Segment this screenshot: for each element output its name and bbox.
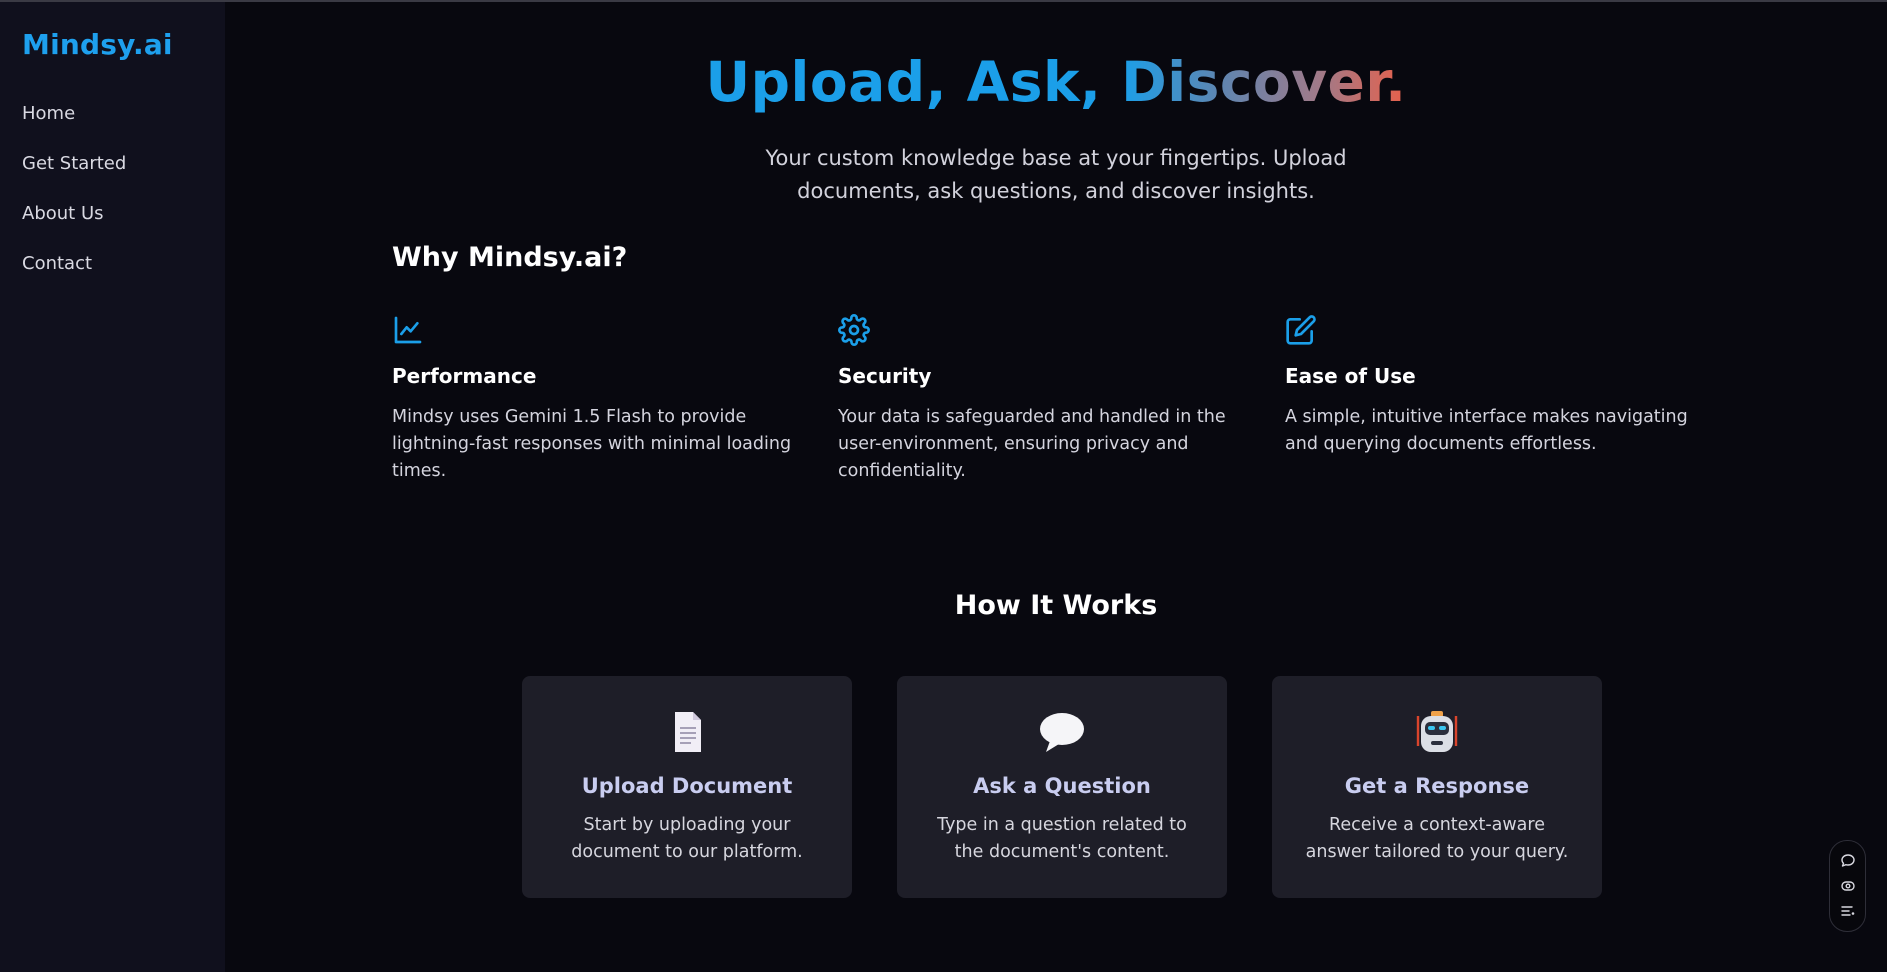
feature-desc: Mindsy uses Gemini 1.5 Flash to provide …: [392, 407, 792, 481]
main-content: Upload, Ask, Discover. Your custom knowl…: [225, 2, 1887, 972]
step-desc: Type in a question related to the docume…: [937, 815, 1187, 862]
chat-icon[interactable]: [1840, 853, 1856, 869]
step-card-upload: Upload Document Start by uploading your …: [522, 676, 852, 898]
step-title: Get a Response: [1344, 774, 1530, 798]
features-section: Performance Mindsy uses Gemini 1.5 Flash…: [392, 314, 1732, 494]
feature-desc: A simple, intuitive interface makes navi…: [1285, 407, 1688, 454]
hero-subtitle-line1: Your custom knowledge base at your finge…: [765, 146, 1347, 170]
hero-title-part1: Upload, Ask,: [705, 50, 1122, 114]
list-icon[interactable]: [1840, 903, 1856, 919]
brand-logo[interactable]: Mindsy.ai: [22, 28, 203, 61]
feature-desc: Your data is safeguarded and handled in …: [838, 407, 1226, 481]
floating-toolbar: [1829, 840, 1866, 932]
feature-performance: Performance Mindsy uses Gemini 1.5 Flash…: [392, 314, 812, 485]
sidebar-nav: Home Get Started About Us Contact: [22, 89, 203, 289]
feature-ease-of-use: Ease of Use A simple, intuitive interfac…: [1285, 314, 1705, 458]
view-icon[interactable]: [1840, 878, 1856, 894]
step-card-response: Get a Response Receive a context-aware a…: [1272, 676, 1602, 898]
feature-title: Ease of Use: [1285, 364, 1416, 388]
gear-icon: [838, 314, 870, 346]
why-section-title: Why Mindsy.ai?: [392, 242, 628, 273]
line-chart-icon: [394, 316, 422, 344]
how-it-works-title: How It Works: [954, 590, 1158, 621]
hero-subtitle-line2: documents, ask questions, and discover i…: [797, 179, 1315, 203]
document-icon: [675, 712, 701, 752]
step-title: Upload Document: [581, 774, 793, 798]
hero-subtitle: Your custom knowledge base at your finge…: [225, 142, 1887, 208]
robot-icon: [1416, 711, 1458, 752]
edit-icon: [1286, 315, 1316, 345]
step-desc: Receive a context-aware answer tailored …: [1305, 815, 1569, 862]
sidebar: Mindsy.ai Home Get Started About Us Cont…: [0, 2, 225, 972]
feature-security: Security Your data is safeguarded and ha…: [838, 314, 1258, 485]
feature-title: Performance: [392, 364, 537, 388]
sidebar-item-contact[interactable]: Contact: [22, 239, 203, 289]
feature-title: Security: [838, 364, 932, 388]
hero-title-part2: Discover.: [1121, 50, 1407, 114]
sidebar-item-get-started[interactable]: Get Started: [22, 139, 203, 189]
speech-bubble-icon: [1040, 713, 1084, 752]
step-card-ask: Ask a Question Type in a question relate…: [897, 676, 1227, 898]
step-title: Ask a Question: [973, 774, 1151, 798]
hero-title: Upload, Ask, Discover.: [225, 50, 1887, 114]
sidebar-item-home[interactable]: Home: [22, 89, 203, 139]
step-desc: Start by uploading your document to our …: [571, 815, 803, 862]
sidebar-item-about-us[interactable]: About Us: [22, 189, 203, 239]
